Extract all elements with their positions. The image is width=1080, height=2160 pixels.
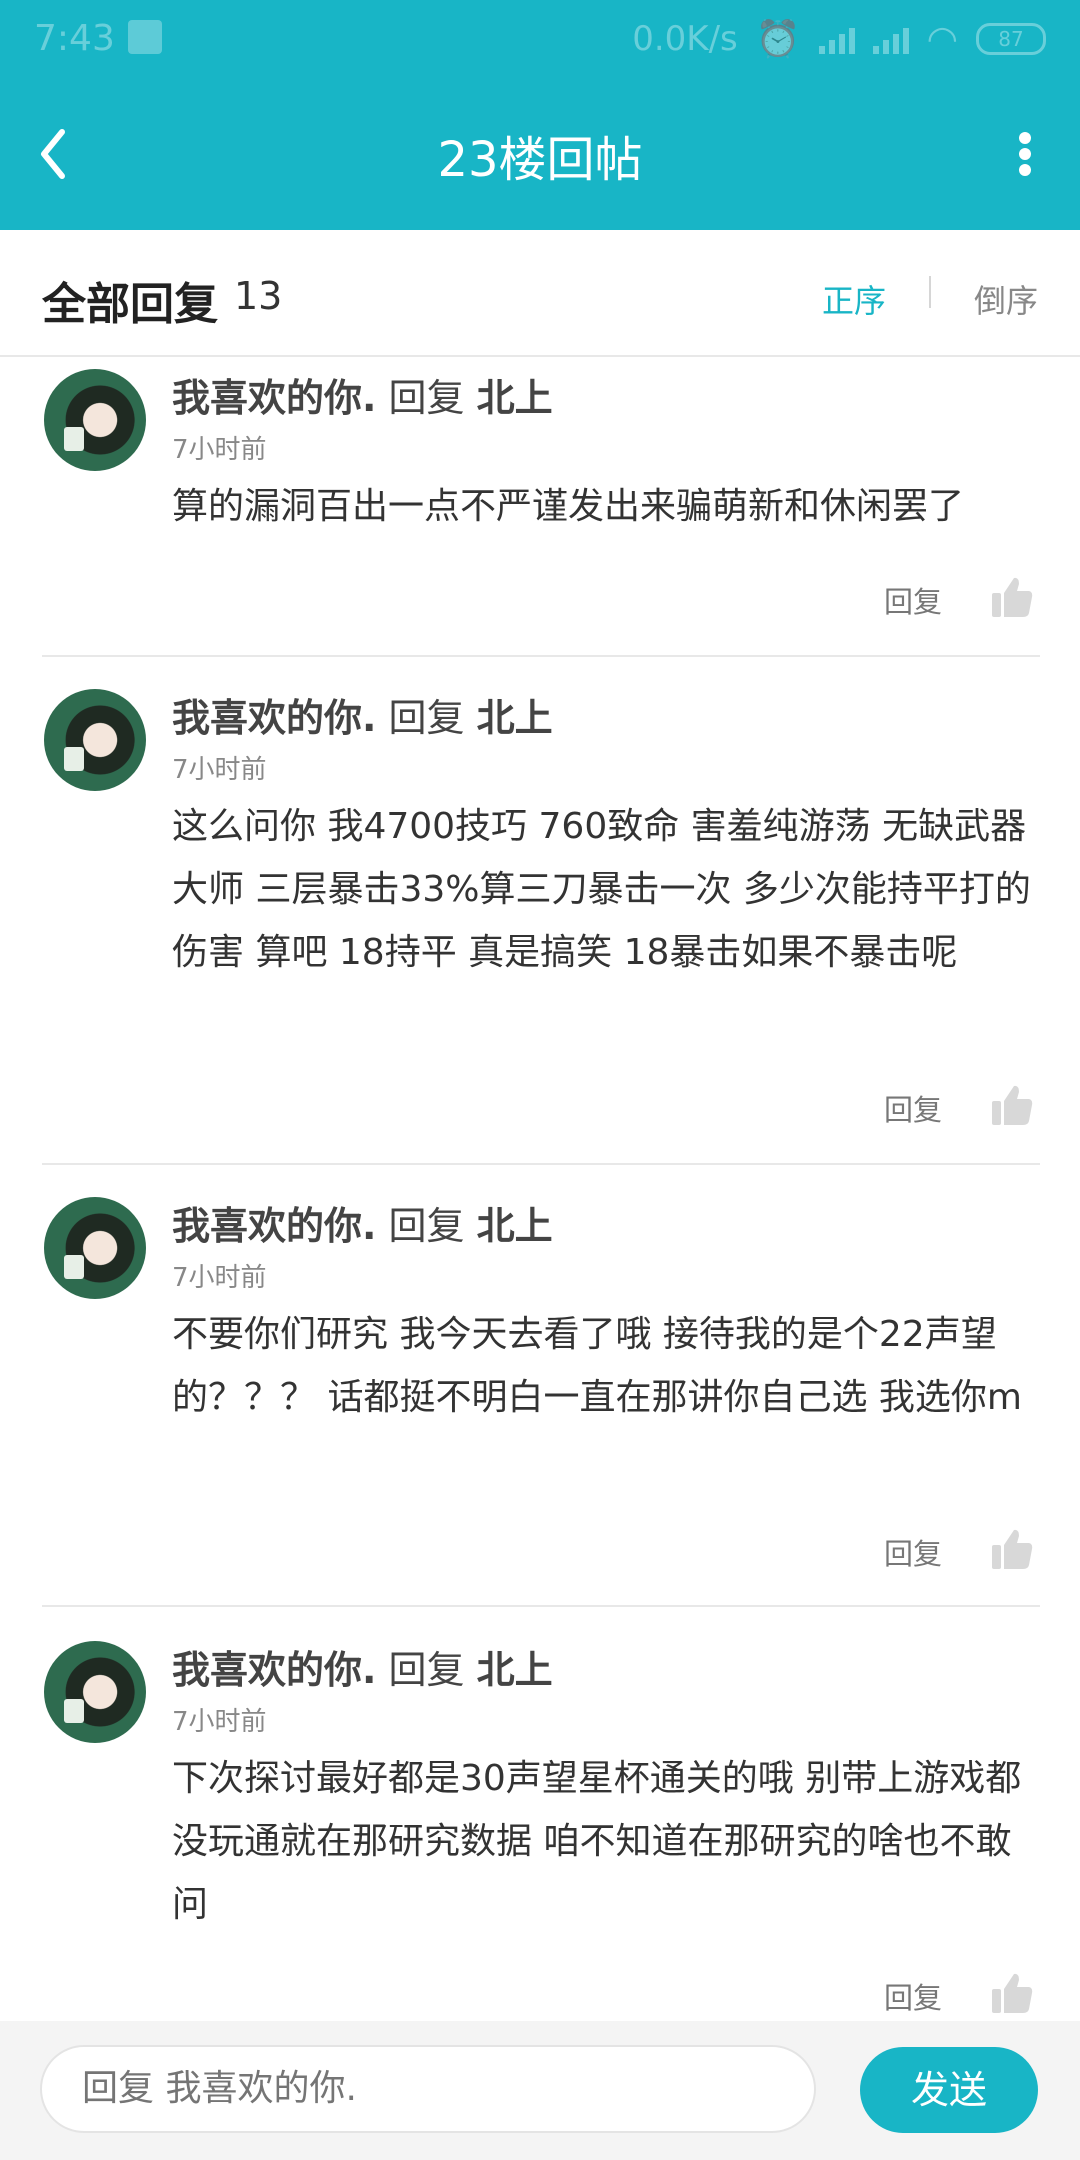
reply-item: 我喜欢的你. 回复 北上 7小时前 下次探讨最好都是30声望星杯通关的哦 别带上… — [0, 1629, 1080, 2021]
reply-content: 下次探讨最好都是30声望星杯通关的哦 别带上游戏都没玩通就在那研究数据 咱不知道… — [172, 1758, 1022, 1925]
network-speed: 0.0K/s — [632, 19, 738, 59]
reply-content: 这么问你 我4700技巧 760致命 害羞纯游荡 无缺武器大师 三层暴击33%算… — [172, 806, 1031, 973]
page-title: 23楼回帖 — [437, 132, 643, 188]
status-time: 7:43 — [34, 18, 115, 59]
avatar[interactable] — [44, 1641, 146, 1743]
reply-word: 回复 — [388, 376, 465, 420]
nav-bar: 23楼回帖 — [0, 78, 1080, 230]
reply-time: 7小时前 — [172, 1707, 267, 1737]
status-icons: 0.0K/s ⏰ ◠ 87 — [632, 18, 1046, 60]
thumbs-up-icon[interactable] — [990, 1527, 1034, 1571]
reply-button[interactable]: 回复 — [884, 579, 942, 621]
reply-target[interactable]: 北上 — [477, 376, 553, 420]
reply-time: 7小时前 — [172, 755, 267, 785]
sort-divider — [929, 276, 931, 308]
reply-target[interactable]: 北上 — [477, 696, 553, 740]
replies-count: 13 — [234, 274, 283, 318]
reply-target[interactable]: 北上 — [477, 1204, 553, 1248]
thumbs-up-icon[interactable] — [990, 575, 1034, 619]
author-name[interactable]: 我喜欢的你. — [172, 1648, 376, 1692]
reply-author-line: 我喜欢的你. 回复 北上 — [172, 1639, 553, 1694]
replies-title: 全部回复 — [42, 279, 218, 330]
author-name[interactable]: 我喜欢的你. — [172, 376, 376, 420]
reply-content: 不要你们研究 我今天去看了哦 接待我的是个22声望的？？？ 话都挺不明白一直在那… — [172, 1314, 1022, 1418]
reply-button[interactable]: 回复 — [884, 1531, 942, 1573]
thumbs-up-icon[interactable] — [990, 1083, 1034, 1127]
reply-word: 回复 — [388, 1204, 465, 1248]
thumbs-up-icon[interactable] — [990, 1971, 1034, 2015]
reply-item: 我喜欢的你. 回复 北上 7小时前 不要你们研究 我今天去看了哦 接待我的是个2… — [0, 1185, 1080, 1625]
notification-icon — [128, 20, 162, 54]
battery-icon: 87 — [976, 23, 1046, 55]
reply-time: 7小时前 — [172, 435, 267, 465]
author-name[interactable]: 我喜欢的你. — [172, 1204, 376, 1248]
reply-author-line: 我喜欢的你. 回复 北上 — [172, 367, 553, 422]
author-name[interactable]: 我喜欢的你. — [172, 696, 376, 740]
alarm-icon: ⏰ — [755, 19, 801, 60]
sort-ascending-tab[interactable]: 正序 — [822, 276, 886, 322]
more-button[interactable] — [1000, 114, 1050, 194]
reply-target[interactable]: 北上 — [477, 1648, 553, 1692]
reply-button[interactable]: 回复 — [884, 1087, 942, 1129]
reply-list[interactable]: 我喜欢的你. 回复 北上 7小时前 算的漏洞百出一点不严谨发出来骗萌新和休闲罢了… — [0, 357, 1080, 2021]
status-bar: 7:43 0.0K/s ⏰ ◠ 87 — [0, 0, 1080, 78]
signal-icon-2 — [872, 24, 909, 54]
avatar[interactable] — [44, 689, 146, 791]
reply-compose-bar: 发送 — [0, 2021, 1080, 2160]
app-header: 7:43 0.0K/s ⏰ ◠ 87 23楼回帖 — [0, 0, 1080, 230]
divider — [42, 655, 1040, 657]
reply-content: 算的漏洞百出一点不严谨发出来骗萌新和休闲罢了 — [172, 486, 965, 527]
reply-word: 回复 — [388, 1648, 465, 1692]
reply-author-line: 我喜欢的你. 回复 北上 — [172, 1195, 553, 1250]
reply-author-line: 我喜欢的你. 回复 北上 — [172, 687, 553, 742]
sort-descending-tab[interactable]: 倒序 — [974, 276, 1038, 322]
reply-button[interactable]: 回复 — [884, 1975, 942, 2017]
reply-time: 7小时前 — [172, 1263, 267, 1293]
replies-header: 全部回复 13 正序 倒序 — [0, 230, 1080, 357]
signal-icon — [818, 24, 855, 54]
reply-input[interactable] — [40, 2045, 816, 2133]
avatar[interactable] — [44, 1197, 146, 1299]
divider — [42, 1163, 1040, 1165]
wifi-icon: ◠ — [926, 18, 958, 60]
more-vertical-icon — [1019, 132, 1031, 144]
avatar[interactable] — [44, 369, 146, 471]
send-button[interactable]: 发送 — [860, 2047, 1038, 2133]
reply-item: 我喜欢的你. 回复 北上 7小时前 算的漏洞百出一点不严谨发出来骗萌新和休闲罢了… — [0, 357, 1080, 657]
divider — [42, 1605, 1040, 1607]
reply-word: 回复 — [388, 696, 465, 740]
reply-item: 我喜欢的你. 回复 北上 7小时前 这么问你 我4700技巧 760致命 害羞纯… — [0, 677, 1080, 1177]
